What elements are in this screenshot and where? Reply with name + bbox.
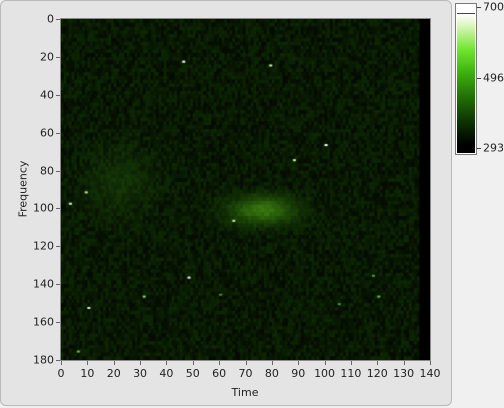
x-tick-label: 110 <box>340 367 362 380</box>
x-tick-mark <box>430 361 431 365</box>
x-tick-label: 120 <box>366 367 388 380</box>
x-tick-mark <box>87 361 89 365</box>
y-tick-label: 120 <box>33 239 54 253</box>
x-tick-label: 70 <box>238 367 253 380</box>
color-ramp-min-mark <box>477 148 481 149</box>
x-tick-mark <box>350 361 352 365</box>
y-tick-mark <box>56 94 60 96</box>
y-tick-label: 180 <box>33 353 54 367</box>
x-tick-label: 0 <box>57 367 65 380</box>
x-tick-mark <box>166 361 168 365</box>
color-ramp-max-mark <box>477 7 481 8</box>
y-tick-label: 80 <box>40 164 54 178</box>
x-tick-label: 10 <box>80 367 95 380</box>
x-tick-label: 40 <box>159 367 174 380</box>
y-tick-mark <box>56 170 60 172</box>
y-axis-label: Frequency <box>16 160 30 218</box>
x-tick-label: 80 <box>264 367 279 380</box>
y-tick-label: 140 <box>33 277 54 291</box>
x-tick-mark <box>377 361 379 365</box>
color-ramp-min-label: 293 <box>483 141 504 155</box>
intensity-image <box>61 19 430 360</box>
y-tick-mark <box>56 284 60 286</box>
color-ramp-mid-label: 496 <box>483 71 504 85</box>
x-tick-label: 50 <box>185 367 200 380</box>
y-tick-mark <box>56 132 60 134</box>
y-tick-label: 160 <box>33 315 54 329</box>
color-ramp-max-label: 700 <box>483 0 504 14</box>
x-tick-label: 20 <box>106 367 121 380</box>
y-tick-mark <box>56 246 60 248</box>
y-tick-label: 100 <box>33 201 54 215</box>
x-tick-mark <box>324 361 326 365</box>
y-tick-mark <box>56 56 60 58</box>
x-tick-mark <box>219 361 221 365</box>
y-tick-mark <box>56 360 60 361</box>
x-tick-mark <box>61 361 62 365</box>
intensity-plot[interactable] <box>60 18 431 361</box>
x-tick-label: 130 <box>393 367 415 380</box>
color-ramp-underflow <box>457 145 475 153</box>
y-tick-mark <box>56 19 60 20</box>
y-tick-label: 20 <box>40 50 54 64</box>
x-tick-label: 140 <box>419 367 441 380</box>
x-tick-mark <box>192 361 194 365</box>
color-ramp-mid-mark <box>477 78 481 79</box>
x-tick-mark <box>140 361 142 365</box>
x-axis-label: Time <box>231 386 259 399</box>
x-tick-label: 90 <box>291 367 306 380</box>
color-ramp-overflow <box>457 5 475 14</box>
x-tick-label: 30 <box>133 367 148 380</box>
x-tick-label: 100 <box>314 367 336 380</box>
x-tick-mark <box>271 361 273 365</box>
x-tick-mark <box>403 361 405 365</box>
color-ramp[interactable] <box>455 3 477 155</box>
x-tick-mark <box>298 361 300 365</box>
x-tick-mark <box>245 361 247 365</box>
y-tick-label: 40 <box>40 88 54 102</box>
y-tick-mark <box>56 322 60 324</box>
color-ramp-gradient <box>457 14 475 145</box>
y-tick-label: 60 <box>40 126 54 140</box>
y-tick-label: 0 <box>47 12 54 26</box>
x-tick-label: 60 <box>212 367 227 380</box>
y-tick-mark <box>56 208 60 210</box>
x-tick-mark <box>113 361 115 365</box>
